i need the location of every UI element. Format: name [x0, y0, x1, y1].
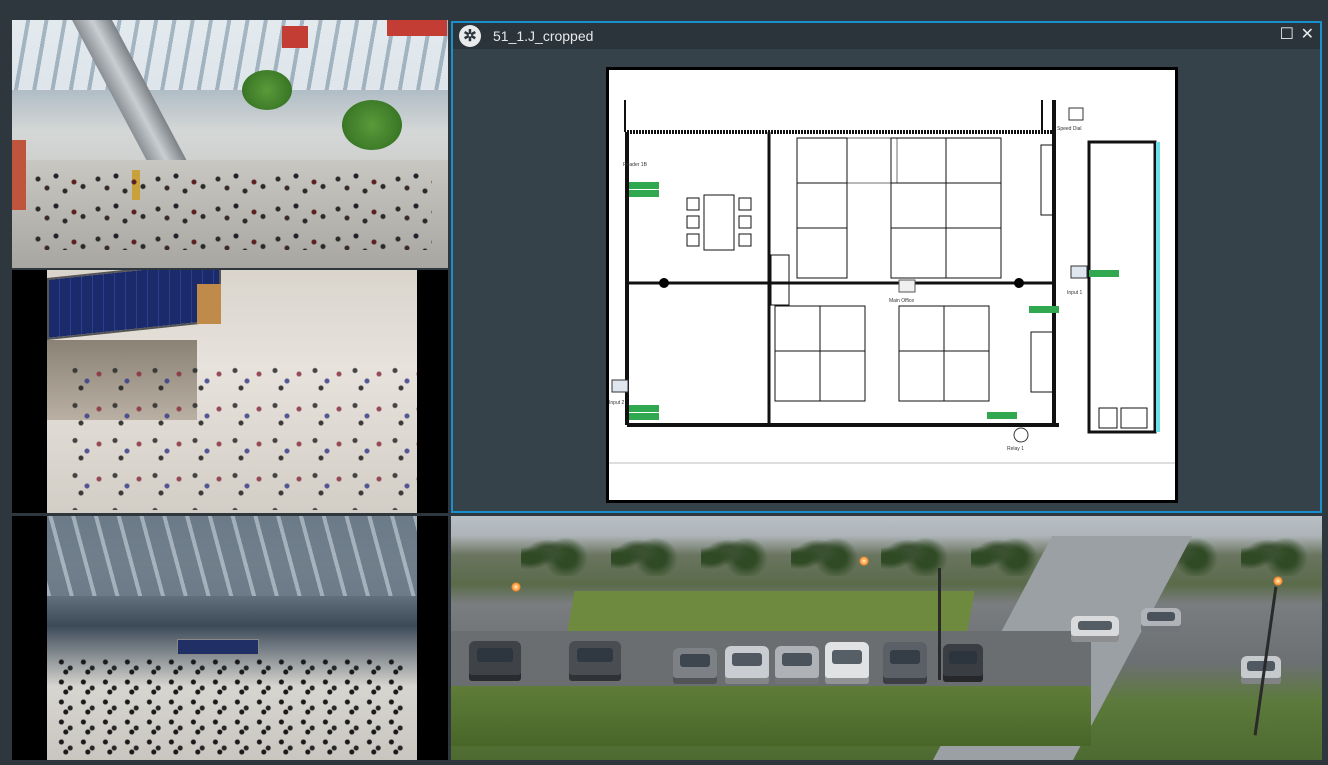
- camera-tile-3[interactable]: [12, 516, 448, 760]
- airport-terminal-1-feed: [12, 20, 448, 268]
- input-2-label: Input 2: [609, 400, 625, 406]
- floor-plan-drawing: [609, 100, 1175, 464]
- close-icon[interactable]: ✕: [1301, 26, 1314, 44]
- airport-terminal-2-feed: [47, 270, 417, 513]
- gear-icon[interactable]: ✲: [459, 25, 481, 47]
- window-titlebar[interactable]: ✲ 51_1.J_cropped ☐ ✕: [453, 23, 1320, 49]
- airport-terminal-3-feed: [47, 516, 417, 760]
- speed-dial-label: Speed Dial: [1057, 126, 1082, 132]
- room-label: Main Office: [889, 298, 915, 304]
- floor-plan-sheet: Main Office Input 1 Input 2 Relay 1 Read…: [607, 68, 1177, 502]
- window-title: 51_1.J_cropped: [493, 28, 594, 44]
- reader-label: Reader 1B: [623, 162, 647, 168]
- camera-tile-1[interactable]: [12, 20, 448, 268]
- camera-tile-4[interactable]: [451, 516, 1322, 760]
- relay-label: Relay 1: [1007, 446, 1024, 452]
- parking-lot-feed: [451, 516, 1322, 760]
- floor-plan-window[interactable]: ✲ 51_1.J_cropped ☐ ✕ Main Office Input 1…: [451, 21, 1322, 513]
- input-1-label: Input 1: [1067, 290, 1083, 296]
- camera-tile-2[interactable]: [12, 270, 448, 513]
- maximize-icon[interactable]: ☐: [1280, 26, 1294, 44]
